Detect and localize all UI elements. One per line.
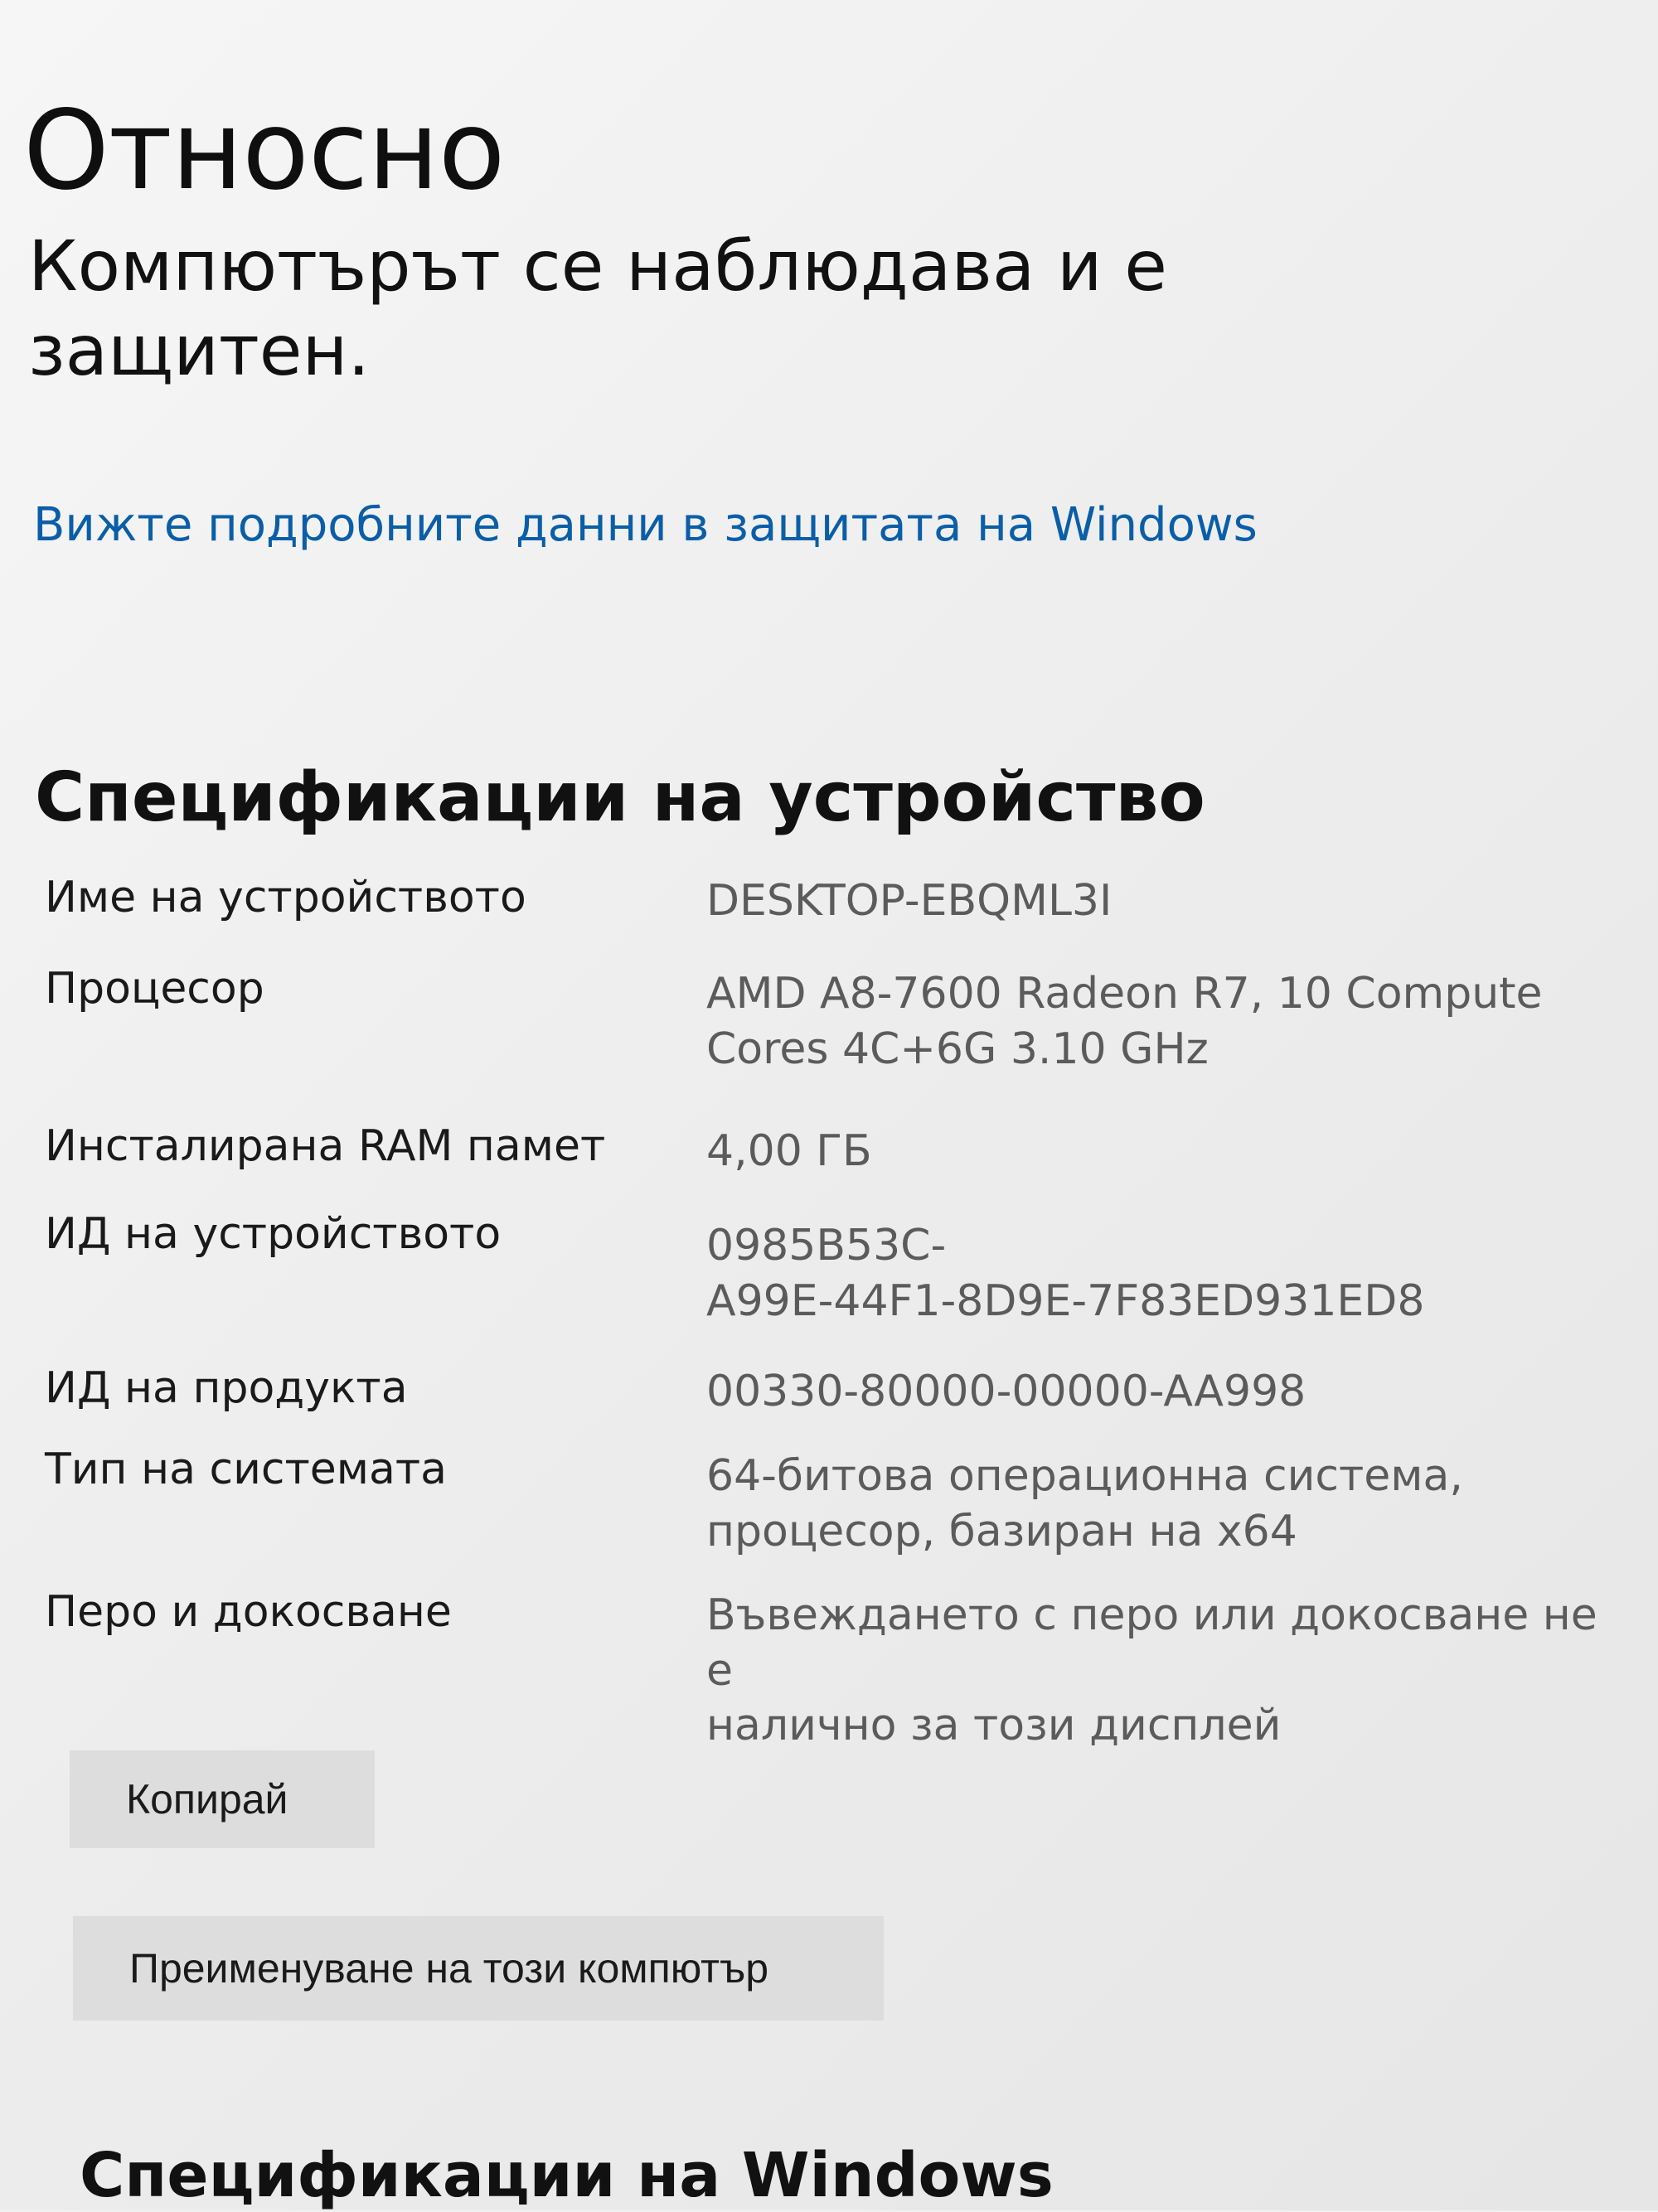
device-id-label: ИД на устройството [45,1209,502,1259]
protection-status: Компютърът се наблюдава и е защитен. [28,225,1167,392]
product-id-label: ИД на продукта [45,1363,408,1413]
windows-security-link[interactable]: Вижте подробните данни в защитата на Win… [33,497,1258,553]
pen-touch-label: Перо и докосване [45,1587,452,1637]
processor-value: AMD A8-7600 Radeon R7, 10 Compute Cores … [706,969,1543,1074]
windows-specs-title: Спецификации на Windows [80,2140,1054,2212]
system-type-label: Тип на системата [45,1445,447,1494]
page-title: Относно [23,87,505,215]
copy-button[interactable]: Копирай [70,1750,375,1848]
about-page: Относно Компютърът се наблюдава и е защи… [0,0,1658,2212]
installed-ram-label: Инсталирана RAM памет [45,1121,606,1171]
product-id-value: 00330-80000-00000-AA998 [706,1367,1307,1416]
device-name-label: Име на устройството [45,873,526,922]
pen-touch-value: Въвеждането с перо или докосване не е на… [706,1590,1597,1751]
device-specs-title: Спецификации на устройство [35,758,1205,838]
system-type-value: 64-битова операционна система, процесор,… [706,1451,1463,1556]
device-name-value: DESKTOP-EBQML3I [706,876,1113,926]
processor-label: Процесор [45,964,264,1014]
installed-ram-value: 4,00 ГБ [706,1126,872,1176]
rename-pc-button[interactable]: Преименуване на този компютър [73,1916,884,2021]
device-id-value: 0985B53C- A99E-44F1-8D9E-7F83ED931ED8 [706,1221,1425,1326]
